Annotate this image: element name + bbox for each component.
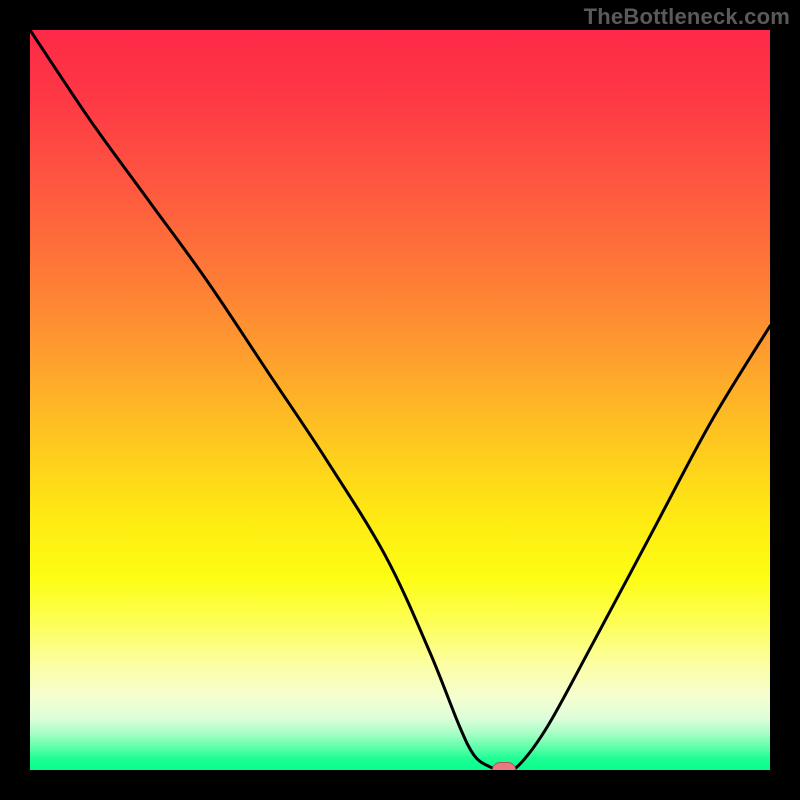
bottleneck-curve [30,30,770,770]
optimal-point-marker [492,762,516,770]
watermark-text: TheBottleneck.com [584,4,790,30]
plot-area [30,30,770,770]
chart-frame: TheBottleneck.com [0,0,800,800]
